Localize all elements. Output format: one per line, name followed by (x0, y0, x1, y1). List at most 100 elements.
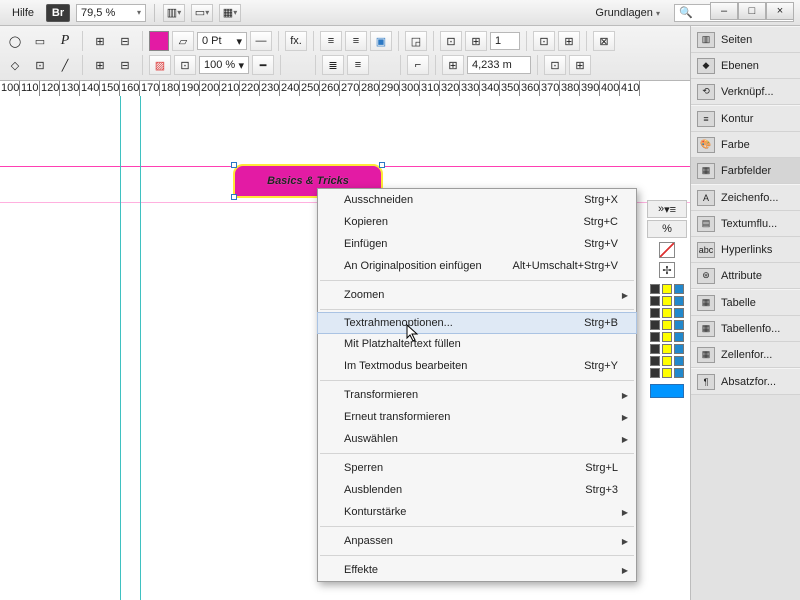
screen-mode-button[interactable]: ▭▾ (191, 4, 213, 22)
menu-item-mit-platzhaltertext-f-llen[interactable]: Mit Platzhaltertext füllen (318, 333, 636, 355)
menu-item-anpassen[interactable]: Anpassen (318, 530, 636, 552)
menu-item-textrahmenoptionen-[interactable]: Textrahmenoptionen...Strg+B (317, 312, 637, 334)
align-v-icon[interactable]: ⊟ (114, 55, 136, 75)
frame-fit2-icon[interactable]: ⊞ (465, 31, 487, 51)
count-field[interactable]: 1 (490, 32, 520, 50)
para-center-icon[interactable]: ≡ (347, 55, 369, 75)
panel-textumflu[interactable]: ▤Textumflu... (691, 211, 800, 237)
menu-item-konturst-rke[interactable]: Konturstärke (318, 501, 636, 523)
measure-icon[interactable]: ⊞ (442, 55, 464, 75)
menu-separator (320, 526, 634, 527)
frame-fit-icon[interactable]: ⊡ (440, 31, 462, 51)
minimize-button[interactable]: – (710, 2, 738, 20)
corner-icon[interactable]: ◲ (405, 31, 427, 51)
workspace-mode[interactable]: Grundlagen ▾ (587, 7, 668, 19)
para-align-left-icon[interactable]: ≡ (320, 31, 342, 51)
misc-tool-a-icon[interactable]: ⊡ (533, 31, 555, 51)
stroke-style-icon[interactable]: — (250, 31, 272, 51)
bridge-button[interactable]: Br (46, 4, 70, 22)
menu-item-label: Mit Platzhaltertext füllen (344, 338, 461, 350)
line-style-icon[interactable]: ━ (252, 55, 274, 75)
panel-ebenen[interactable]: ◆Ebenen (691, 53, 800, 79)
align-group-icon[interactable]: ⊞ (89, 31, 111, 51)
panel-zellenfor[interactable]: ▦Zellenfor... (691, 342, 800, 368)
distribute-icon[interactable]: ⊟ (114, 31, 136, 51)
swatch-row[interactable] (650, 284, 684, 296)
resize-handle[interactable] (231, 194, 237, 200)
arrange-docs-button[interactable]: ▦▾ (219, 4, 241, 22)
stroke-weight-field[interactable]: 0 Pt▾ (197, 32, 247, 50)
panel-seiten[interactable]: ▥Seiten (691, 27, 800, 53)
zoom-dropdown[interactable]: 79,5 % ▾ (76, 4, 146, 22)
menu-item-einf-gen[interactable]: EinfügenStrg+V (318, 233, 636, 255)
menu-item-zoomen[interactable]: Zoomen (318, 284, 636, 306)
panel-zeichenfo[interactable]: AZeichenfo... (691, 185, 800, 211)
fill-swatch[interactable] (149, 31, 169, 51)
menu-item-im-textmodus-bearbeiten[interactable]: Im Textmodus bearbeitenStrg+Y (318, 355, 636, 377)
swatch-row[interactable] (650, 344, 684, 356)
tool-shape-icon[interactable]: ◇ (4, 55, 26, 75)
tool-frame-icon[interactable]: ⊡ (29, 55, 51, 75)
swatch-row[interactable] (650, 356, 684, 368)
stroke-swatch[interactable]: ▱ (172, 31, 194, 51)
none-swatch[interactable] (659, 242, 675, 258)
tool-rect-icon[interactable]: ▭ (29, 31, 51, 51)
menu-item-ausschneiden[interactable]: AusschneidenStrg+X (318, 189, 636, 211)
panel-kontur[interactable]: ≡Kontur (691, 106, 800, 132)
search-icon: 🔍 (679, 6, 693, 19)
panel-tabelle[interactable]: ▦Tabelle (691, 290, 800, 316)
misc-tool-c-icon[interactable]: ⊠ (593, 31, 615, 51)
flyout-tint[interactable]: % (647, 220, 687, 238)
flyout-collapse[interactable]: » ▾≡ (647, 200, 687, 218)
menu-item-label: Ausschneiden (344, 194, 413, 206)
misc-tool-e-icon[interactable]: ⊞ (569, 55, 591, 75)
para-align-center-icon[interactable]: ≡ (345, 31, 367, 51)
panel-absatzfor[interactable]: ¶Absatzfor... (691, 369, 800, 395)
panel-icon: ▦ (697, 321, 715, 337)
misc-tool-d-icon[interactable]: ⊡ (544, 55, 566, 75)
menu-help[interactable]: Hilfe (6, 5, 40, 21)
menu-item-effekte[interactable]: Effekte (318, 559, 636, 581)
none-swatch-icon[interactable]: ▨ (149, 55, 171, 75)
resize-handle[interactable] (231, 162, 237, 168)
align-h-icon[interactable]: ⊞ (89, 55, 111, 75)
close-button[interactable]: × (766, 2, 794, 20)
menu-item-shortcut: Strg+3 (585, 484, 618, 496)
menu-item-transformieren[interactable]: Transformieren (318, 384, 636, 406)
menu-item-ausblenden[interactable]: AusblendenStrg+3 (318, 479, 636, 501)
menu-item-ausw-hlen[interactable]: Auswählen (318, 428, 636, 450)
panel-farbfelder[interactable]: ▦Farbfelder (691, 158, 800, 184)
para-justify-icon[interactable]: ≣ (322, 55, 344, 75)
panel-attribute[interactable]: ⊛Attribute (691, 263, 800, 289)
swatch-row[interactable] (650, 332, 684, 344)
swatch-row[interactable] (650, 368, 684, 380)
registration-swatch[interactable]: ✢ (659, 262, 675, 278)
guide-vertical[interactable] (140, 96, 141, 600)
scale-field[interactable]: 100 %▾ (199, 56, 249, 74)
guide-vertical[interactable] (120, 96, 121, 600)
swatch-highlight[interactable] (650, 384, 684, 398)
swatch-row[interactable] (650, 308, 684, 320)
swatch-row[interactable] (650, 320, 684, 332)
tool-path-icon[interactable]: ╱ (54, 55, 76, 75)
tool-text-icon[interactable]: P (54, 31, 76, 51)
menu-item-erneut-transformieren[interactable]: Erneut transformieren (318, 406, 636, 428)
tool-ellipse-icon[interactable]: ◯ (4, 31, 26, 51)
textwrap-icon[interactable]: ▣ (370, 31, 392, 51)
menu-item-an-originalposition-einf-gen[interactable]: An Originalposition einfügenAlt+Umschalt… (318, 255, 636, 277)
panel-tabellenfo[interactable]: ▦Tabellenfo... (691, 316, 800, 342)
effects-icon[interactable]: fx. (285, 31, 307, 51)
swatch-row[interactable] (650, 296, 684, 308)
menu-item-sperren[interactable]: SperrenStrg+L (318, 457, 636, 479)
resize-handle[interactable] (379, 162, 385, 168)
cap-icon[interactable]: ⌐ (407, 55, 429, 75)
maximize-button[interactable]: □ (738, 2, 766, 20)
misc-tool-b-icon[interactable]: ⊞ (558, 31, 580, 51)
panel-farbe[interactable]: 🎨Farbe (691, 132, 800, 158)
panel-verknpf[interactable]: ⟲Verknüpf... (691, 79, 800, 105)
view-options-button[interactable]: ▥▾ (163, 4, 185, 22)
stroke-swap-icon[interactable]: ⊡ (174, 55, 196, 75)
measure-field[interactable]: 4,233 m (467, 56, 531, 74)
menu-item-kopieren[interactable]: KopierenStrg+C (318, 211, 636, 233)
panel-hyperlinks[interactable]: abcHyperlinks (691, 237, 800, 263)
